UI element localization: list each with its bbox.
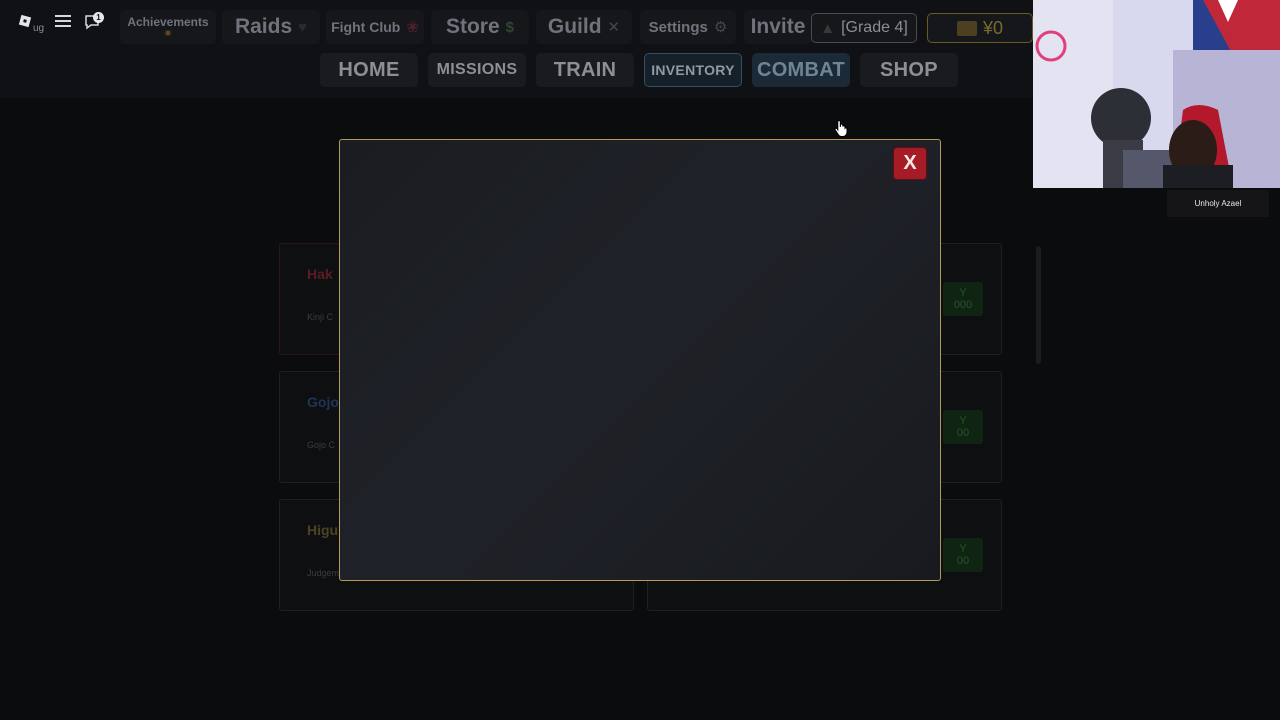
nav-inventory-label: INVENTORY <box>651 62 735 78</box>
graduation-cap-icon: ▲ <box>820 19 836 37</box>
nav-combat[interactable]: COMBAT <box>752 53 850 87</box>
card-subtitle: Kinji C <box>307 312 334 322</box>
money-icon: $ <box>505 18 515 36</box>
nav-combat-label: COMBAT <box>756 58 846 81</box>
close-icon: X <box>903 152 917 174</box>
close-button[interactable]: X <box>893 147 927 180</box>
nav-home[interactable]: HOME <box>320 53 418 87</box>
grade-label: [Grade 4] <box>841 19 908 36</box>
nav-missions-label: MISSIONS <box>436 61 518 78</box>
nav-train-label: TRAIN <box>553 58 617 81</box>
nav-missions[interactable]: MISSIONS <box>428 53 526 87</box>
fight-club-button[interactable]: Fight Club ❀ <box>326 10 424 44</box>
modal-dialog: X <box>339 139 941 581</box>
currency-label: ¥0 <box>982 17 1004 38</box>
settings-label: Settings <box>648 18 708 36</box>
hand-cursor-icon <box>834 119 848 137</box>
buy-button[interactable]: Y 00 <box>943 538 983 572</box>
nav-shop-label: SHOP <box>880 58 938 81</box>
raids-label: Raids <box>234 15 293 38</box>
invite-label: Invite <box>750 15 806 38</box>
top-bar: ug 1 Achievements ✷ Raids ♥ Fight Club ❀… <box>0 0 1033 98</box>
achievements-label: Achievements <box>127 14 209 29</box>
nav-shop[interactable]: SHOP <box>860 53 958 87</box>
achievements-button[interactable]: Achievements ✷ <box>120 10 216 44</box>
truncated-label: ug <box>33 23 45 34</box>
card-subtitle: Judgem <box>307 568 340 578</box>
raids-button[interactable]: Raids ♥ <box>222 10 320 44</box>
grade-badge: ▲ [Grade 4] <box>811 13 917 43</box>
webcam-caption: Unholy Azael <box>1167 190 1269 217</box>
nav-home-label: HOME <box>338 58 400 81</box>
rose-icon: ❀ <box>406 19 419 36</box>
heart-icon: ♥ <box>298 18 308 36</box>
guild-label: Guild <box>547 15 602 38</box>
guild-button[interactable]: Guild ✕ <box>536 10 632 44</box>
hamburger-menu-icon[interactable] <box>55 14 71 33</box>
buy-button[interactable]: Y 00 <box>943 410 983 444</box>
card-name: Hak <box>307 266 333 282</box>
store-button[interactable]: Store $ <box>431 10 529 44</box>
fight-club-label: Fight Club <box>331 19 401 35</box>
buy-button[interactable]: Y 000 <box>943 282 983 316</box>
nav-train[interactable]: TRAIN <box>536 53 634 87</box>
card-name: Higu <box>307 522 339 538</box>
webcam-overlay <box>1033 0 1280 188</box>
crossed-swords-icon: ✕ <box>607 19 621 36</box>
card-name: Gojo <box>307 394 339 410</box>
settings-button[interactable]: Settings ⚙ <box>640 10 736 44</box>
nav-inventory[interactable]: INVENTORY <box>644 53 742 87</box>
chat-badge: 1 <box>93 12 104 23</box>
invite-button[interactable]: Invite <box>744 10 812 44</box>
sparkle-icon: ✷ <box>163 27 173 40</box>
store-label: Store <box>445 15 500 38</box>
webcam-image <box>1033 0 1280 188</box>
currency-display: ¥0 <box>927 13 1033 43</box>
roblox-logo-icon[interactable] <box>18 14 32 33</box>
card-subtitle: Gojo C <box>307 440 336 450</box>
gear-icon: ⚙ <box>713 19 728 36</box>
scrollbar[interactable] <box>1036 246 1041 364</box>
box-icon <box>956 20 977 36</box>
